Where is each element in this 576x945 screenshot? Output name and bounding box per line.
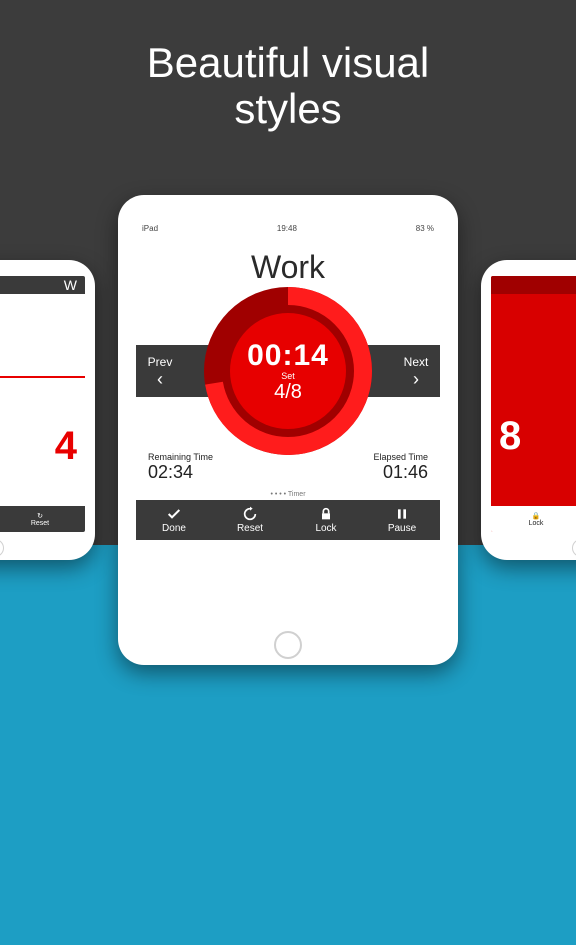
status-device: iPad [142, 224, 158, 233]
right-set: 8 [491, 372, 576, 459]
elapsed-label: Elapsed Time [373, 452, 428, 462]
status-battery: 83 % [416, 224, 434, 233]
left-progress [0, 376, 85, 378]
device-stage: ‹ W 00 4 Remaining Time 02:36 ✓ Done ↻ [0, 195, 576, 715]
ipad-center: iPad 19:48 83 % Work Prev ‹ Next › [118, 195, 458, 665]
headline: Beautiful visual styles [0, 0, 576, 162]
page-dots: • • • • Timer [136, 489, 440, 500]
right-elapsed: Elapsed Time 01:42 [497, 478, 576, 504]
lock-button[interactable]: Lock [288, 500, 364, 540]
pause-icon [394, 506, 410, 522]
timer-area: Prev ‹ Next › 00:14 Set 4/8 [136, 296, 440, 446]
dial-inner: 00:14 Set 4/8 [230, 313, 346, 429]
chevron-left-icon: ‹ [157, 370, 163, 388]
home-button[interactable] [0, 539, 4, 557]
check-icon [166, 506, 182, 522]
remaining-stat: Remaining Time 02:34 [148, 452, 213, 483]
ipad-left: ‹ W 00 4 Remaining Time 02:36 ✓ Done ↻ [0, 260, 95, 560]
lock-button[interactable]: 🔒 Lock [491, 506, 576, 532]
done-button[interactable]: Done [136, 500, 212, 540]
set-label: Set [281, 371, 295, 381]
reset-button[interactable]: ↻ Reset [0, 506, 85, 532]
right-topbar: › [491, 276, 576, 294]
right-toolbar: 🔒 Lock ❚❚ Pause [491, 506, 576, 532]
prev-label: Prev [148, 355, 173, 369]
elapsed-value: 01:46 [373, 462, 428, 483]
left-title: W [64, 277, 77, 293]
lock-icon [318, 506, 334, 522]
toolbar: Done Reset Lock Pause [136, 500, 440, 540]
ipad-right: › 18 8 Elapsed Time 01:42 🔒 Lock [481, 260, 576, 560]
lock-icon: 🔒 [532, 512, 541, 520]
next-label: Next [404, 355, 429, 369]
reset-button[interactable]: Reset [212, 500, 288, 540]
timer-dial[interactable]: 00:14 Set 4/8 [204, 287, 372, 455]
set-fraction: 4/8 [274, 381, 302, 404]
left-remaining-label: Remaining Time [0, 478, 79, 487]
left-toolbar: ✓ Done ↻ Reset [0, 506, 85, 532]
left-set: 4 [0, 382, 85, 469]
pause-button[interactable]: Pause [364, 500, 440, 540]
right-screen: › 18 8 Elapsed Time 01:42 🔒 Lock [491, 276, 576, 532]
left-remaining: Remaining Time 02:36 [0, 478, 79, 504]
headline-2: styles [234, 85, 341, 132]
chevron-right-icon: › [413, 370, 419, 388]
reset-icon [242, 506, 258, 522]
right-big-time: 18 [491, 294, 576, 372]
status-bar: iPad 19:48 83 % [136, 221, 440, 235]
reset-icon: ↻ [37, 512, 43, 520]
remaining-value: 02:34 [148, 462, 213, 483]
home-button[interactable] [572, 539, 576, 557]
next-button[interactable]: Next › [392, 345, 440, 397]
headline-1: Beautiful visual [147, 39, 430, 86]
left-big-time: 00 [0, 294, 85, 372]
timer-value: 00:14 [247, 339, 329, 373]
home-button[interactable] [274, 631, 302, 659]
right-elapsed-label: Elapsed Time [497, 478, 576, 487]
prev-button[interactable]: Prev ‹ [136, 345, 184, 397]
status-time: 19:48 [277, 224, 297, 233]
right-elapsed-value: 01:42 [497, 487, 576, 504]
left-topbar: ‹ W [0, 276, 85, 294]
left-remaining-value: 02:36 [0, 487, 79, 504]
left-screen: ‹ W 00 4 Remaining Time 02:36 ✓ Done ↻ [0, 276, 85, 532]
elapsed-stat: Elapsed Time 01:46 [373, 452, 428, 483]
